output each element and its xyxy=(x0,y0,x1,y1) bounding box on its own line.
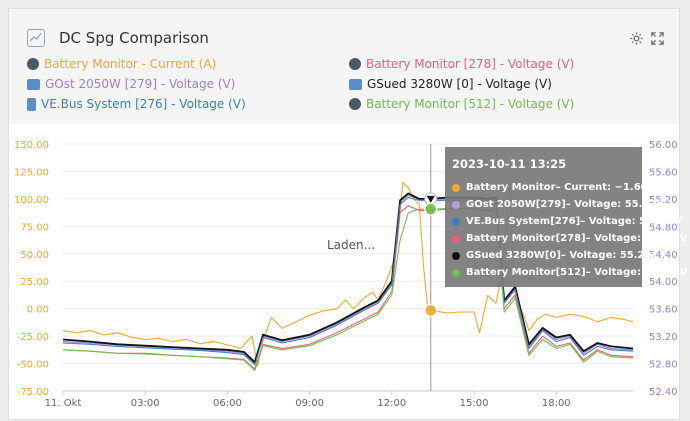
y-right-tick-label: 54.00 xyxy=(649,277,678,288)
legend-label: Battery Monitor [278] - Voltage (V) xyxy=(366,57,575,71)
line-chart-icon xyxy=(27,29,45,47)
y-left-tick-label: 25.00 xyxy=(20,277,49,288)
tooltip-row-text: Battery Monitor[512]– Voltage: 55.05 V xyxy=(466,267,688,278)
y-right-tick-label: 52.40 xyxy=(649,387,678,398)
y-left-tick-label: 125.00 xyxy=(14,167,49,178)
y-left-tick-label: -25.00 xyxy=(17,332,49,343)
tooltip-row: Battery Monitor– Current: −1.60 A xyxy=(452,182,659,193)
tooltip-row: GOst 2050W[279]– Voltage: 55.2 V xyxy=(452,199,661,210)
battery-monitor-icon xyxy=(349,98,361,110)
widget-title: DC Spg Comparison xyxy=(59,29,209,47)
loading-text: Laden... xyxy=(327,238,376,252)
legend-label: Battery Monitor [512] - Voltage (V) xyxy=(366,97,575,111)
tooltip-row-text: Battery Monitor– Current: −1.60 A xyxy=(466,182,659,193)
inverter-icon xyxy=(27,78,40,90)
series-dot-icon xyxy=(452,251,460,260)
legend-item-gost-279[interactable]: GOst 2050W [279] - Voltage (V) xyxy=(27,77,235,91)
x-tick-label: 12:00 xyxy=(377,398,406,409)
legend-item-battery-278[interactable]: Battery Monitor [278] - Voltage (V) xyxy=(349,57,574,71)
series-marker xyxy=(424,202,438,216)
legend-item-vebus-276[interactable]: VE.Bus System [276] - Voltage (V) xyxy=(27,97,246,111)
series-marker xyxy=(424,303,438,318)
legend-label: Battery Monitor - Current (A) xyxy=(44,57,217,71)
series-dot-icon xyxy=(452,200,460,209)
chart-tooltip: 2023-10-11 13:25 Battery Monitor– Curren… xyxy=(445,147,687,287)
tooltip-row-text: VE.Bus System[276]– Voltage: 55.18 V xyxy=(466,216,682,227)
x-tick-label: 06:00 xyxy=(213,398,242,409)
y-left-tick-label: -75.00 xyxy=(17,387,49,398)
tooltip-title: 2023-10-11 13:25 xyxy=(452,157,567,171)
battery-monitor-icon xyxy=(349,58,361,70)
series-dot-icon xyxy=(452,183,460,192)
y-left-tick-label: 50.00 xyxy=(20,250,49,261)
legend-label: GOst 2050W [279] - Voltage (V) xyxy=(45,77,236,91)
inverter-icon xyxy=(349,78,362,90)
y-right-tick-label: 52.80 xyxy=(649,360,678,371)
title-row: DC Spg Comparison xyxy=(27,29,209,47)
legend-item-gsued-0[interactable]: GSued 3280W [0] - Voltage (V) xyxy=(349,77,552,91)
y-left-tick-label: 100.00 xyxy=(14,195,49,206)
chart-widget: DC Spg Comparison Battery Monitor - Curr… xyxy=(8,8,687,420)
legend-item-battery-512[interactable]: Battery Monitor [512] - Voltage (V) xyxy=(349,97,574,111)
y-right-tick-label: 55.60 xyxy=(649,167,678,178)
tooltip-row-text: GSued 3280W[0]– Voltage: 55.2 V xyxy=(466,250,656,261)
expand-icon[interactable] xyxy=(650,31,665,46)
legend-label: GSued 3280W [0] - Voltage (V) xyxy=(367,77,552,91)
series-dot-icon xyxy=(452,217,460,226)
tooltip-row: VE.Bus System[276]– Voltage: 55.18 V xyxy=(452,216,682,227)
y-left-tick-label: 150.00 xyxy=(14,140,49,151)
legend-item-battery-current[interactable]: Battery Monitor - Current (A) xyxy=(27,57,216,71)
y-left-tick-label: 0.00 xyxy=(27,305,49,316)
x-tick-label: 18:00 xyxy=(542,398,571,409)
series-dot-icon xyxy=(452,234,460,243)
y-right-tick-label: 53.60 xyxy=(649,305,678,316)
x-tick-label: 11. Okt xyxy=(45,398,82,409)
widget-header: DC Spg Comparison Battery Monitor - Curr… xyxy=(9,9,679,124)
header-actions xyxy=(629,31,665,46)
battery-monitor-icon xyxy=(27,58,39,70)
y-right-tick-label: 53.20 xyxy=(649,332,678,343)
y-left-tick-label: 75.00 xyxy=(20,222,49,233)
x-tick-label: 15:00 xyxy=(460,398,489,409)
series-dot-icon xyxy=(452,268,460,277)
tooltip-row: Battery Monitor[512]– Voltage: 55.05 V xyxy=(452,267,687,278)
vebus-icon xyxy=(27,97,36,111)
tooltip-row: Battery Monitor[278]– Voltage: 55.03 V xyxy=(452,233,687,244)
tooltip-row-text: GOst 2050W[279]– Voltage: 55.2 V xyxy=(466,199,661,210)
x-tick-label: 09:00 xyxy=(295,398,324,409)
tooltip-row: GSued 3280W[0]– Voltage: 55.2 V xyxy=(452,250,656,261)
gear-icon[interactable] xyxy=(629,31,644,46)
x-tick-label: 03:00 xyxy=(131,398,160,409)
y-right-tick-label: 56.00 xyxy=(649,140,678,151)
y-left-tick-label: -50.00 xyxy=(17,360,49,371)
legend-label: VE.Bus System [276] - Voltage (V) xyxy=(41,97,246,111)
tooltip-row-text: Battery Monitor[278]– Voltage: 55.03 V xyxy=(466,233,688,244)
